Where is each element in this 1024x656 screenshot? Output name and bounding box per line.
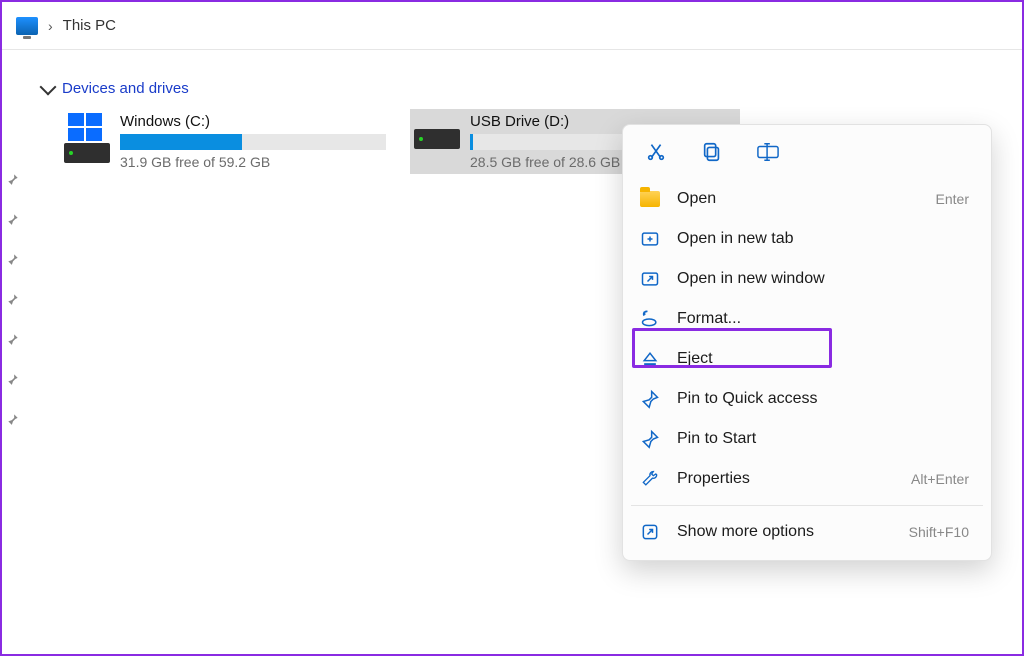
folder-icon (639, 188, 661, 210)
pin-icon (6, 412, 20, 426)
drive-icon (64, 113, 110, 163)
drive-name: Windows (C:) (120, 113, 386, 130)
format-icon (639, 308, 661, 330)
menu-separator (631, 505, 983, 506)
this-pc-icon (16, 17, 38, 35)
menu-eject[interactable]: Eject (623, 339, 991, 379)
context-menu-quickactions (623, 135, 991, 179)
disk-icon (414, 129, 460, 149)
menu-format[interactable]: Format... (623, 299, 991, 339)
menu-open-new-window[interactable]: Open in new window (623, 259, 991, 299)
wrench-icon (639, 468, 661, 490)
context-menu: Open Enter Open in new tab Open in new w… (622, 124, 992, 561)
newtab-icon (639, 228, 661, 250)
pin-icon (639, 388, 661, 410)
disk-icon (64, 143, 110, 163)
pin-icon (639, 428, 661, 450)
pin-icon (6, 372, 20, 386)
menu-pin-start[interactable]: Pin to Start (623, 419, 991, 459)
eject-icon (639, 348, 661, 370)
drive-freespace: 31.9 GB free of 59.2 GB (120, 154, 386, 170)
menu-open-new-tab[interactable]: Open in new tab (623, 219, 991, 259)
chevron-right-icon: › (48, 18, 53, 34)
newwindow-icon (639, 268, 661, 290)
pin-icon (6, 172, 20, 186)
section-title: Devices and drives (62, 80, 189, 97)
windows-logo-icon (68, 113, 102, 141)
menu-pin-quick-access[interactable]: Pin to Quick access (623, 379, 991, 419)
menu-show-more-options[interactable]: Show more options Shift+F10 (623, 512, 991, 552)
more-options-icon (639, 521, 661, 543)
cut-icon[interactable] (643, 139, 669, 165)
breadcrumb-location[interactable]: This PC (63, 17, 116, 34)
address-bar[interactable]: › This PC (2, 2, 1022, 50)
pin-icon (6, 292, 20, 306)
pin-icon (6, 212, 20, 226)
storage-bar (120, 134, 386, 150)
drive-icon (414, 113, 460, 149)
menu-open[interactable]: Open Enter (623, 179, 991, 219)
menu-properties[interactable]: Properties Alt+Enter (623, 459, 991, 499)
pin-icon (6, 332, 20, 346)
copy-icon[interactable] (699, 139, 725, 165)
pin-icon (6, 252, 20, 266)
quick-access-pins (6, 172, 20, 426)
chevron-down-icon (40, 78, 57, 95)
drive-c[interactable]: Windows (C:) 31.9 GB free of 59.2 GB (60, 109, 390, 174)
rename-icon[interactable] (755, 139, 781, 165)
devices-and-drives-header[interactable]: Devices and drives (2, 50, 1022, 105)
